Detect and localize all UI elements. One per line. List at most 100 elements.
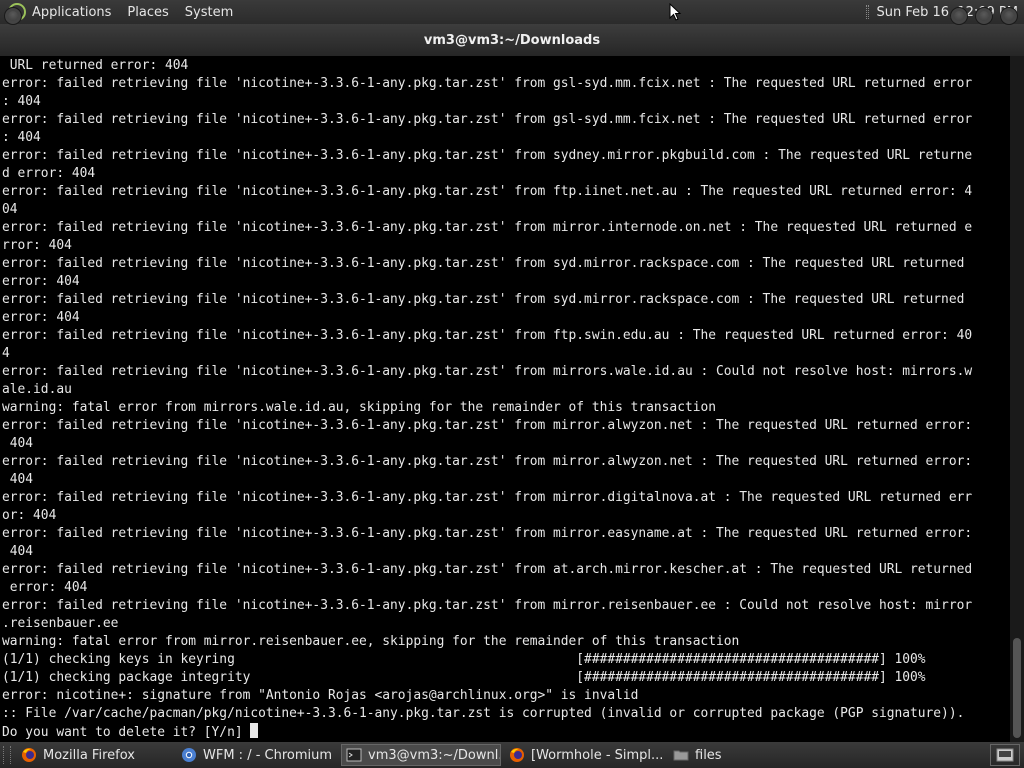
terminal-line: error: 404 bbox=[2, 579, 1010, 597]
terminal-line: or: 404 bbox=[2, 507, 1010, 525]
terminal-line: error: failed retrieving file 'nicotine+… bbox=[2, 327, 1010, 345]
terminal-line: 04 bbox=[2, 201, 1010, 219]
mouse-pointer-icon bbox=[669, 3, 682, 21]
terminal-line-text: error: failed retrieving file 'nicotine+… bbox=[2, 454, 973, 469]
taskbar-grip[interactable] bbox=[3, 746, 11, 764]
top-panel: Applications Places System Sun Feb 16, 1… bbox=[0, 0, 1024, 24]
terminal-line: error: failed retrieving file 'nicotine+… bbox=[2, 291, 1010, 309]
show-desktop-button[interactable] bbox=[990, 744, 1020, 766]
text-cursor bbox=[250, 723, 259, 738]
terminal-line-text: error: failed retrieving file 'nicotine+… bbox=[2, 292, 965, 307]
terminal-line-text: (1/1) checking package integrity [######… bbox=[2, 670, 926, 685]
terminal-line-text: 4 bbox=[2, 346, 10, 361]
terminal-line-text: : 404 bbox=[2, 94, 41, 109]
terminal-line: 404 bbox=[2, 543, 1010, 561]
terminal-output[interactable]: URL returned error: 404 error: failed ret… bbox=[0, 56, 1010, 742]
applications-menu[interactable]: Applications bbox=[32, 5, 111, 20]
terminal-line: Do you want to delete it? [Y/n] bbox=[2, 723, 1010, 741]
taskbar-item-label: [Wormhole - Simpl... bbox=[531, 747, 664, 763]
clock[interactable]: Sun Feb 16, 12:09 PM bbox=[877, 5, 1018, 20]
terminal-line: 4 bbox=[2, 345, 1010, 363]
minimize-button[interactable] bbox=[950, 7, 968, 25]
terminal-line: error: failed retrieving file 'nicotine+… bbox=[2, 111, 1010, 129]
taskbar-item-label: WFM : / - Chromium bbox=[203, 747, 333, 763]
terminal-line: : 404 bbox=[2, 93, 1010, 111]
terminal-icon bbox=[346, 748, 362, 762]
terminal-line-text: warning: fatal error from mirrors.wale.i… bbox=[2, 400, 716, 415]
terminal-line-text: .reisenbauer.ee bbox=[2, 616, 119, 631]
system-menu[interactable]: System bbox=[185, 5, 233, 20]
terminal-line: error: failed retrieving file 'nicotine+… bbox=[2, 75, 1010, 93]
terminal-line-text: URL returned error: 404 bbox=[2, 58, 189, 73]
taskbar-item-label: vm3@vm3:~/Downl... bbox=[368, 747, 501, 763]
terminal-line: :: File /var/cache/pacman/pkg/nicotine+-… bbox=[2, 705, 1010, 723]
terminal-line: 404 bbox=[2, 471, 1010, 489]
terminal-line-text: error: failed retrieving file 'nicotine+… bbox=[2, 184, 973, 199]
terminal-line-text: d error: 404 bbox=[2, 166, 96, 181]
terminal-line: error: failed retrieving file 'nicotine+… bbox=[2, 219, 1010, 237]
taskbar-item-chromium[interactable]: WFM : / - Chromium bbox=[177, 744, 337, 766]
chromium-icon bbox=[182, 748, 196, 762]
terminal-line: warning: fatal error from mirror.reisenb… bbox=[2, 633, 1010, 651]
terminal-line: error: failed retrieving file 'nicotine+… bbox=[2, 363, 1010, 381]
terminal-line-text: error: failed retrieving file 'nicotine+… bbox=[2, 418, 973, 433]
firefox-icon bbox=[22, 748, 36, 762]
terminal-line-text: error: failed retrieving file 'nicotine+… bbox=[2, 526, 973, 541]
terminal-line-text: 404 bbox=[2, 436, 34, 451]
terminal-line-text: rror: 404 bbox=[2, 238, 72, 253]
terminal-line: error: 404 bbox=[2, 273, 1010, 291]
taskbar-item-firefox[interactable]: Mozilla Firefox bbox=[17, 744, 173, 766]
terminal-line-text: error: failed retrieving file 'nicotine+… bbox=[2, 598, 973, 613]
terminal-line-text: error: failed retrieving file 'nicotine+… bbox=[2, 328, 973, 343]
terminal-line: error: failed retrieving file 'nicotine+… bbox=[2, 183, 1010, 201]
terminal-line: d error: 404 bbox=[2, 165, 1010, 183]
terminal-line-text: (1/1) checking keys in keyring [########… bbox=[2, 652, 926, 667]
maximize-button[interactable] bbox=[975, 7, 993, 25]
taskbar-item-wormhole[interactable]: [Wormhole - Simpl... bbox=[505, 744, 665, 766]
terminal-line: error: failed retrieving file 'nicotine+… bbox=[2, 525, 1010, 543]
terminal-line-text: warning: fatal error from mirror.reisenb… bbox=[2, 634, 740, 649]
terminal-line-text: :: File /var/cache/pacman/pkg/nicotine+-… bbox=[2, 706, 965, 721]
terminal-line: .reisenbauer.ee bbox=[2, 615, 1010, 633]
terminal-line: error: failed retrieving file 'nicotine+… bbox=[2, 489, 1010, 507]
taskbar-item-terminal[interactable]: vm3@vm3:~/Downl... bbox=[341, 744, 501, 766]
places-menu[interactable]: Places bbox=[127, 5, 168, 20]
terminal-line-text: error: 404 bbox=[2, 274, 80, 289]
terminal-line: URL returned error: 404 bbox=[2, 57, 1010, 75]
terminal-line-text: error: failed retrieving file 'nicotine+… bbox=[2, 220, 973, 235]
panel-separator bbox=[865, 5, 869, 19]
window-title: vm3@vm3:~/Downloads bbox=[423, 32, 601, 48]
firefox-icon bbox=[510, 748, 524, 762]
terminal-line-text: error: failed retrieving file 'nicotine+… bbox=[2, 562, 973, 577]
scrollbar-thumb[interactable] bbox=[1013, 638, 1021, 738]
terminal-line-text: 404 bbox=[2, 472, 34, 487]
terminal-line: error: failed retrieving file 'nicotine+… bbox=[2, 147, 1010, 165]
terminal-line-text: error: failed retrieving file 'nicotine+… bbox=[2, 490, 973, 505]
taskbar: Mozilla Firefox WFM : / - Chromium vm3@v… bbox=[0, 742, 1024, 768]
terminal-line: (1/1) checking package integrity [######… bbox=[2, 669, 1010, 687]
terminal-line: error: failed retrieving file 'nicotine+… bbox=[2, 597, 1010, 615]
terminal-scrollbar[interactable] bbox=[1010, 56, 1024, 742]
terminal-line: error: nicotine+: signature from "Antoni… bbox=[2, 687, 1010, 705]
terminal-line: warning: fatal error from mirrors.wale.i… bbox=[2, 399, 1010, 417]
terminal-line-text: Do you want to delete it? [Y/n] bbox=[2, 725, 251, 740]
taskbar-item-files[interactable]: files bbox=[669, 744, 789, 766]
terminal-line: : 404 bbox=[2, 129, 1010, 147]
taskbar-item-label: Mozilla Firefox bbox=[43, 747, 135, 763]
terminal-line-text: error: 404 bbox=[2, 310, 80, 325]
close-button[interactable] bbox=[1000, 7, 1018, 25]
folder-icon bbox=[673, 750, 689, 761]
terminal-line-text: error: failed retrieving file 'nicotine+… bbox=[2, 148, 973, 163]
terminal-line: error: failed retrieving file 'nicotine+… bbox=[2, 255, 1010, 273]
desktop-icon bbox=[996, 748, 1014, 762]
terminal-line-text: error: failed retrieving file 'nicotine+… bbox=[2, 112, 973, 127]
terminal-line-text: error: 404 bbox=[2, 580, 88, 595]
terminal-line-text: 04 bbox=[2, 202, 18, 217]
window-titlebar[interactable]: vm3@vm3:~/Downloads bbox=[0, 24, 1024, 56]
taskbar-item-label: files bbox=[695, 747, 722, 763]
terminal-line-text: error: failed retrieving file 'nicotine+… bbox=[2, 256, 965, 271]
window-menu-button[interactable] bbox=[4, 7, 22, 25]
terminal-line: ale.id.au bbox=[2, 381, 1010, 399]
terminal-line-text: ale.id.au bbox=[2, 382, 72, 397]
terminal-line: (1/1) checking keys in keyring [########… bbox=[2, 651, 1010, 669]
